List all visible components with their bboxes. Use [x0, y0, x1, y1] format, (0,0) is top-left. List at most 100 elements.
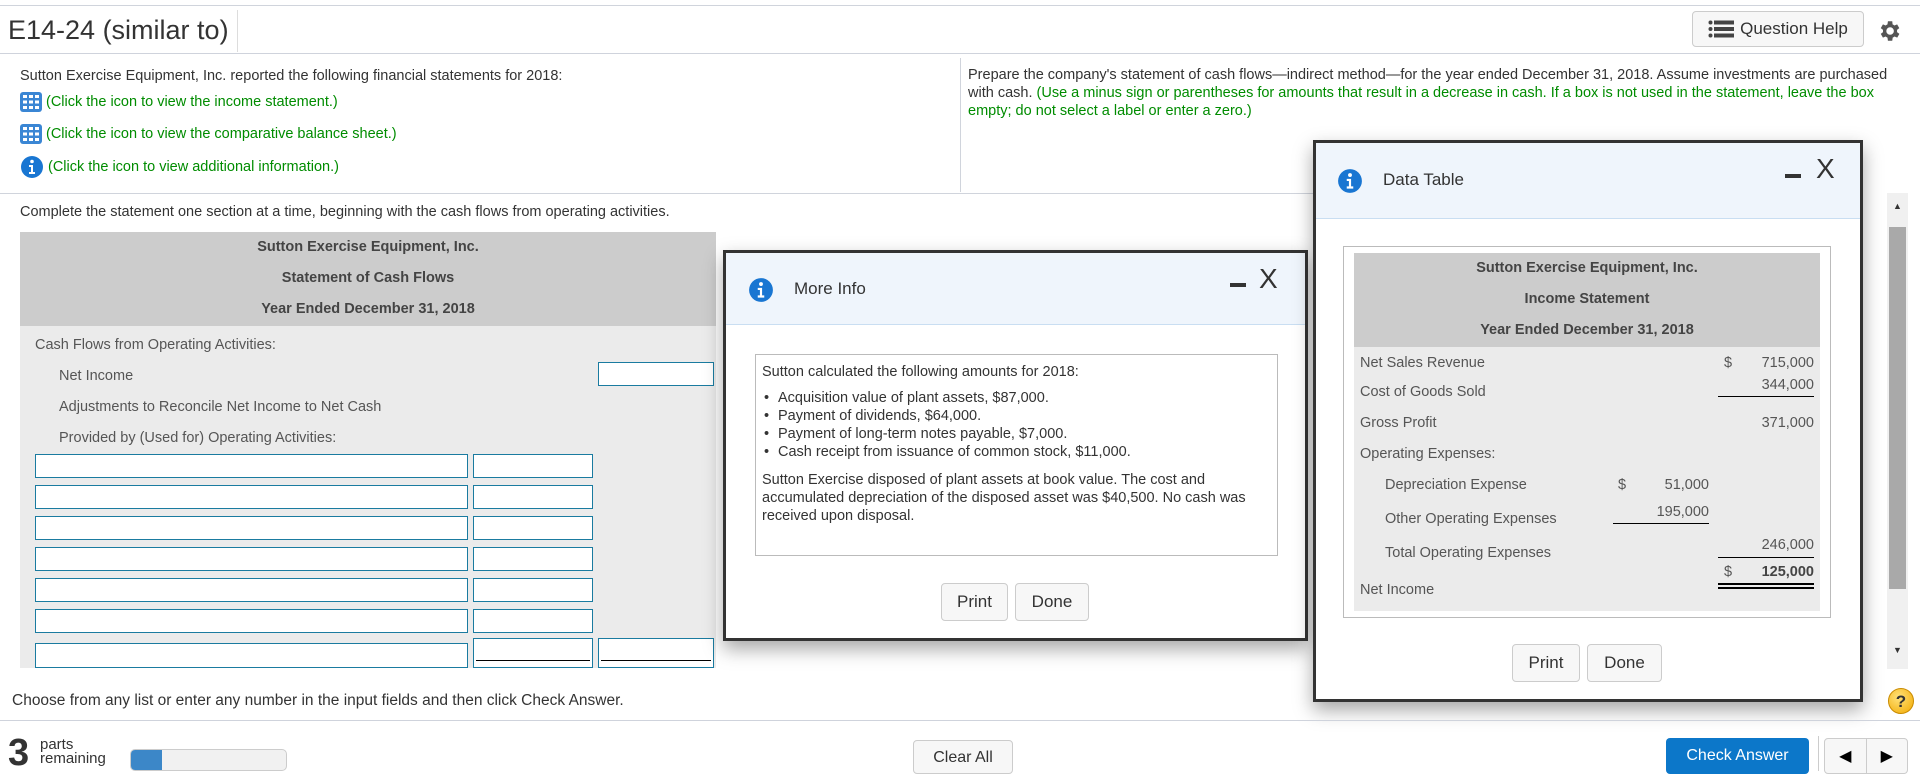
close-icon[interactable]: X: [1816, 155, 1835, 183]
adjustment-label-select[interactable]: [35, 547, 468, 571]
adjustment-amount-input[interactable]: [473, 516, 593, 540]
net-sales-value: 715,000: [1761, 355, 1814, 371]
progress-fill: [131, 750, 162, 770]
income-statement-header: Sutton Exercise Equipment, Inc. Income S…: [1354, 253, 1820, 347]
print-button[interactable]: Print: [1512, 644, 1580, 682]
income-statement-table: Sutton Exercise Equipment, Inc. Income S…: [1343, 246, 1831, 618]
adjustment-total-input[interactable]: [473, 638, 593, 668]
prompt-note: (Use a minus sign or parentheses for amo…: [968, 85, 1874, 119]
net-income-input[interactable]: [598, 362, 714, 386]
footer-instruction: Choose from any list or enter any number…: [12, 692, 624, 709]
adjustment-label-select[interactable]: [35, 609, 468, 633]
question-help-button[interactable]: Question Help: [1692, 11, 1864, 47]
info-icon: [749, 278, 773, 302]
instruction-text: Complete the statement one section at a …: [20, 204, 670, 220]
currency-sign: $: [1724, 564, 1733, 580]
done-button[interactable]: Done: [1587, 644, 1662, 682]
more-info-header: More Info X: [726, 253, 1305, 325]
previous-arrow-icon[interactable]: ◀: [1825, 739, 1867, 773]
column-divider: [960, 58, 961, 192]
net-income-value: 125,000: [1761, 564, 1814, 580]
net-income-label: Net Income: [1360, 582, 1435, 598]
prompt-text: Prepare the company's statement of cash …: [968, 66, 1888, 120]
minimize-icon[interactable]: [1230, 283, 1246, 287]
income-statement-body: Sutton Exercise Equipment, Inc. Income S…: [1354, 253, 1820, 611]
list-item: Acquisition value of plant assets, $87,0…: [764, 389, 1271, 407]
page-title: E14-24 (similar to): [8, 10, 238, 52]
adjustment-amount-input[interactable]: [473, 454, 593, 478]
more-info-intro: Sutton calculated the following amounts …: [762, 364, 1079, 380]
help-icon[interactable]: ?: [1888, 688, 1914, 714]
nav-separator: [1818, 736, 1819, 771]
check-answer-button[interactable]: Check Answer: [1666, 738, 1809, 774]
double-underline-top: [1718, 583, 1814, 585]
currency-sign: $: [1724, 355, 1733, 371]
gear-icon[interactable]: [1876, 18, 1902, 44]
grid-table-icon[interactable]: [20, 124, 42, 144]
operating-expenses-label: Operating Expenses:: [1360, 446, 1496, 462]
minimize-icon[interactable]: [1785, 174, 1801, 178]
header: E14-24 (similar to) Question Help: [0, 6, 1920, 54]
other-opex-label: Other Operating Expenses: [1385, 511, 1557, 527]
question-nav: ◀ ▶: [1824, 738, 1908, 774]
statement-period: Year Ended December 31, 2018: [261, 301, 475, 317]
adjustment-label-select[interactable]: [35, 578, 468, 602]
adjustment-amount-input[interactable]: [473, 485, 593, 509]
double-underline-bottom: [1718, 587, 1814, 589]
balance-sheet-link-label[interactable]: (Click the icon to view the comparative …: [46, 126, 397, 142]
intro-text: Sutton Exercise Equipment, Inc. reported…: [20, 68, 563, 84]
scroll-up-arrow-icon[interactable]: ▲: [1887, 201, 1908, 211]
income-statement-company: Sutton Exercise Equipment, Inc.: [1476, 260, 1698, 276]
clear-all-button[interactable]: Clear All: [913, 740, 1013, 774]
cogs-label: Cost of Goods Sold: [1360, 384, 1486, 400]
total-opex-value: 246,000: [1761, 537, 1814, 553]
list-item: Payment of dividends, $64,000.: [764, 407, 1271, 425]
more-info-title: More Info: [794, 279, 866, 298]
more-info-note: Sutton Exercise disposed of plant assets…: [762, 472, 1246, 524]
underline: [1718, 396, 1814, 397]
list-item: Cash receipt from issuance of common sto…: [764, 443, 1271, 461]
adjustment-label-select[interactable]: [35, 516, 468, 540]
adjustment-amount-input[interactable]: [473, 609, 593, 633]
adjustment-amount-input[interactable]: [473, 578, 593, 602]
parts-remaining-label: parts remaining: [40, 737, 106, 767]
income-statement-link-label[interactable]: (Click the icon to view the income state…: [46, 94, 338, 110]
adjustment-amount-input[interactable]: [473, 547, 593, 571]
scrollbar[interactable]: ▲ ▼: [1887, 193, 1908, 669]
question-help-label: Question Help: [1740, 19, 1848, 38]
net-cash-operating-input[interactable]: [598, 638, 714, 668]
other-opex-value: 195,000: [1656, 504, 1709, 520]
progress-bar: [130, 749, 287, 771]
more-info-content: Sutton calculated the following amounts …: [755, 354, 1278, 556]
income-statement-link[interactable]: (Click the icon to view the income state…: [20, 92, 338, 112]
close-icon[interactable]: X: [1259, 265, 1278, 293]
more-info-list: Acquisition value of plant assets, $87,0…: [762, 389, 1271, 461]
cogs-value: 344,000: [1761, 377, 1814, 393]
list-item: Payment of long-term notes payable, $7,0…: [764, 425, 1271, 443]
additional-info-link[interactable]: (Click the icon to view additional infor…: [20, 155, 339, 179]
total-label-select[interactable]: [35, 643, 468, 668]
cash-flow-statement: Sutton Exercise Equipment, Inc. Statemen…: [20, 232, 716, 668]
done-button[interactable]: Done: [1015, 583, 1089, 621]
section-divider: [0, 193, 1340, 194]
data-table-dialog: Data Table X Sutton Exercise Equipment, …: [1313, 140, 1863, 702]
gross-profit-label: Gross Profit: [1360, 415, 1437, 431]
scrollbar-thumb[interactable]: [1889, 227, 1906, 589]
grid-table-icon[interactable]: [20, 92, 42, 112]
adjustment-label-select[interactable]: [35, 454, 468, 478]
remaining-label: remaining: [40, 750, 106, 767]
print-button[interactable]: Print: [941, 583, 1008, 621]
additional-info-link-label[interactable]: (Click the icon to view additional infor…: [48, 159, 339, 175]
balance-sheet-link[interactable]: (Click the icon to view the comparative …: [20, 124, 397, 144]
data-table-header: Data Table X: [1316, 143, 1860, 219]
parts-remaining-count: 3: [8, 732, 30, 774]
info-icon[interactable]: [20, 155, 44, 179]
next-arrow-icon[interactable]: ▶: [1867, 739, 1908, 773]
adjustment-label-select[interactable]: [35, 485, 468, 509]
income-statement-period: Year Ended December 31, 2018: [1480, 322, 1694, 338]
statement-title: Statement of Cash Flows: [281, 270, 455, 286]
underline: [1718, 557, 1814, 558]
scroll-down-arrow-icon[interactable]: ▼: [1887, 645, 1908, 655]
total-opex-label: Total Operating Expenses: [1385, 545, 1552, 561]
income-statement-title: Income Statement: [1524, 291, 1650, 307]
